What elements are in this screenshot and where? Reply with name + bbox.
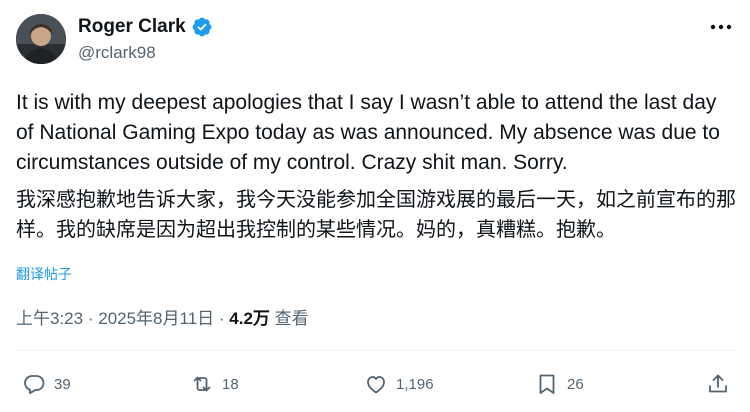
like-count: 1,196 <box>396 375 434 393</box>
reply-button[interactable]: 39 <box>22 370 71 398</box>
bookmark-icon <box>539 374 555 394</box>
author-display-name[interactable]: Roger Clark <box>78 15 186 39</box>
like-button[interactable]: 1,196 <box>364 370 434 398</box>
tweet-date[interactable]: 2025年8月11日 <box>98 309 214 328</box>
author-name-row[interactable]: Roger Clark <box>78 15 213 39</box>
views-count: 4.2万 <box>229 309 270 328</box>
tweet-text-original: It is with my deepest apologies that I s… <box>16 91 720 174</box>
repost-button[interactable]: 18 <box>190 370 239 398</box>
share-icon <box>709 374 727 393</box>
reply-count: 39 <box>54 375 71 393</box>
reply-icon <box>24 375 45 395</box>
meta-separator: · <box>87 309 94 328</box>
bookmark-count: 26 <box>567 375 584 393</box>
tweet-time[interactable]: 上午3:23 <box>16 309 83 328</box>
tweet-card: Roger Clark @rclark98 It is with my deep… <box>0 0 750 412</box>
verified-badge-icon <box>192 17 212 37</box>
more-icon[interactable] <box>708 18 734 36</box>
meta-separator: · <box>218 309 225 328</box>
repost-icon <box>193 376 211 392</box>
views-label: 查看 <box>274 309 309 328</box>
divider <box>16 350 734 351</box>
tweet-meta: 上午3:23 · 2025年8月11日 · 4.2万 查看 <box>16 308 309 330</box>
share-button[interactable] <box>706 370 730 398</box>
like-icon <box>367 376 385 394</box>
avatar-image <box>16 14 66 64</box>
avatar[interactable] <box>16 14 66 64</box>
bookmark-button[interactable]: 26 <box>535 370 584 398</box>
repost-count: 18 <box>222 375 239 393</box>
author-handle[interactable]: @rclark98 <box>78 42 156 64</box>
translate-post-link[interactable]: 翻译帖子 <box>16 264 72 284</box>
tweet-text-translated: 我深感抱歉地告诉大家，我今天没能参加全国游戏展的最后一天，如之前宣布的那样。我的… <box>16 187 736 241</box>
